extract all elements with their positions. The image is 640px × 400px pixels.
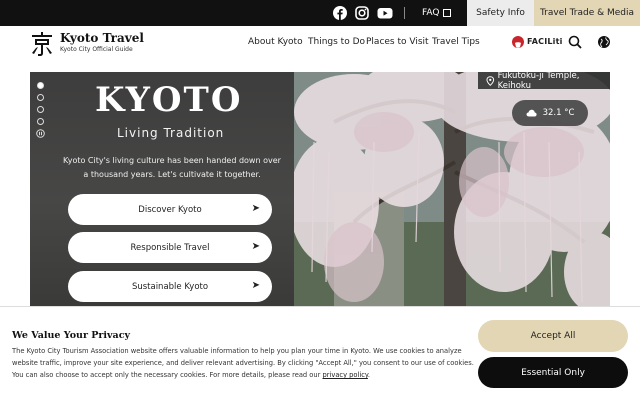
hero-subtitle: Living Tradition bbox=[117, 126, 225, 140]
facilities-link[interactable]: FACILiti bbox=[512, 35, 563, 48]
top-bar: FAQ Safety Info Travel Trade & Media bbox=[0, 0, 640, 26]
cookie-text-end: . bbox=[367, 371, 371, 379]
instagram-icon[interactable] bbox=[355, 6, 369, 20]
topbar-divider bbox=[404, 7, 405, 19]
arrow-right-icon: ➤ bbox=[251, 241, 260, 252]
nav-item-travel-tips[interactable]: Travel Tips bbox=[432, 37, 480, 47]
responsible-travel-label: Responsible Travel bbox=[130, 242, 210, 253]
slide-dot-1[interactable] bbox=[37, 82, 44, 89]
cookie-body: The Kyoto City Tourism Association websi… bbox=[12, 347, 474, 379]
arrow-right-icon: ➤ bbox=[251, 280, 260, 291]
responsible-travel-button[interactable]: Responsible Travel ➤ bbox=[68, 232, 272, 263]
brand-subtitle: Kyoto City Official Guide bbox=[60, 46, 133, 53]
sustainable-kyoto-button[interactable]: Sustainable Kyoto ➤ bbox=[68, 271, 272, 302]
essential-only-button[interactable]: Essential Only bbox=[478, 357, 628, 388]
pause-icon[interactable] bbox=[36, 129, 45, 138]
discover-kyoto-button[interactable]: Discover Kyoto ➤ bbox=[68, 194, 272, 225]
hero-title: KYOTO bbox=[95, 80, 243, 120]
nav-item-places-to-visit[interactable]: Places to Visit bbox=[366, 37, 429, 47]
arrow-right-icon: ➤ bbox=[251, 203, 260, 214]
cookie-title: We Value Your Privacy bbox=[12, 330, 131, 341]
faq-link[interactable]: FAQ bbox=[422, 0, 452, 26]
slide-dot-3[interactable] bbox=[37, 106, 44, 113]
youtube-icon[interactable] bbox=[377, 6, 393, 20]
nav-item-about-kyoto[interactable]: About Kyoto bbox=[248, 37, 303, 47]
slide-dot-4[interactable] bbox=[37, 118, 44, 125]
privacy-policy-link[interactable]: privacy policy bbox=[323, 371, 368, 379]
temperature-label: 32.1 °C bbox=[542, 108, 575, 118]
weather-badge: 32.1 °C bbox=[512, 100, 588, 126]
accept-all-button[interactable]: Accept All bbox=[478, 320, 628, 352]
discover-kyoto-label: Discover Kyoto bbox=[138, 204, 202, 215]
safety-info-tab[interactable]: Safety Info bbox=[467, 0, 534, 26]
hero-description: Kyoto City's living culture has been han… bbox=[63, 156, 281, 179]
nav-item-things-to-do[interactable]: Things to Do bbox=[308, 37, 365, 47]
search-icon[interactable] bbox=[568, 35, 582, 49]
globe-icon[interactable] bbox=[597, 35, 611, 49]
facilities-label: FACILiti bbox=[527, 37, 563, 46]
brand-title[interactable]: Kyoto Travel bbox=[60, 31, 144, 45]
kyoto-logo-mark[interactable] bbox=[30, 31, 54, 57]
sustainable-kyoto-label: Sustainable Kyoto bbox=[131, 281, 209, 292]
facilities-logo-icon bbox=[512, 35, 524, 48]
cookie-text: The Kyoto City Tourism Association websi… bbox=[12, 345, 474, 381]
external-link-icon bbox=[443, 9, 452, 17]
travel-trade-tab[interactable]: Travel Trade & Media bbox=[534, 0, 640, 26]
facebook-icon[interactable] bbox=[333, 6, 347, 20]
location-badge: Fukutoku-ji Temple, Keihoku bbox=[478, 70, 610, 91]
map-pin-icon bbox=[486, 75, 495, 86]
location-label: Fukutoku-ji Temple, Keihoku bbox=[497, 70, 580, 91]
cloud-icon bbox=[526, 109, 537, 117]
slide-dot-2[interactable] bbox=[37, 94, 44, 101]
faq-label: FAQ bbox=[422, 8, 440, 18]
